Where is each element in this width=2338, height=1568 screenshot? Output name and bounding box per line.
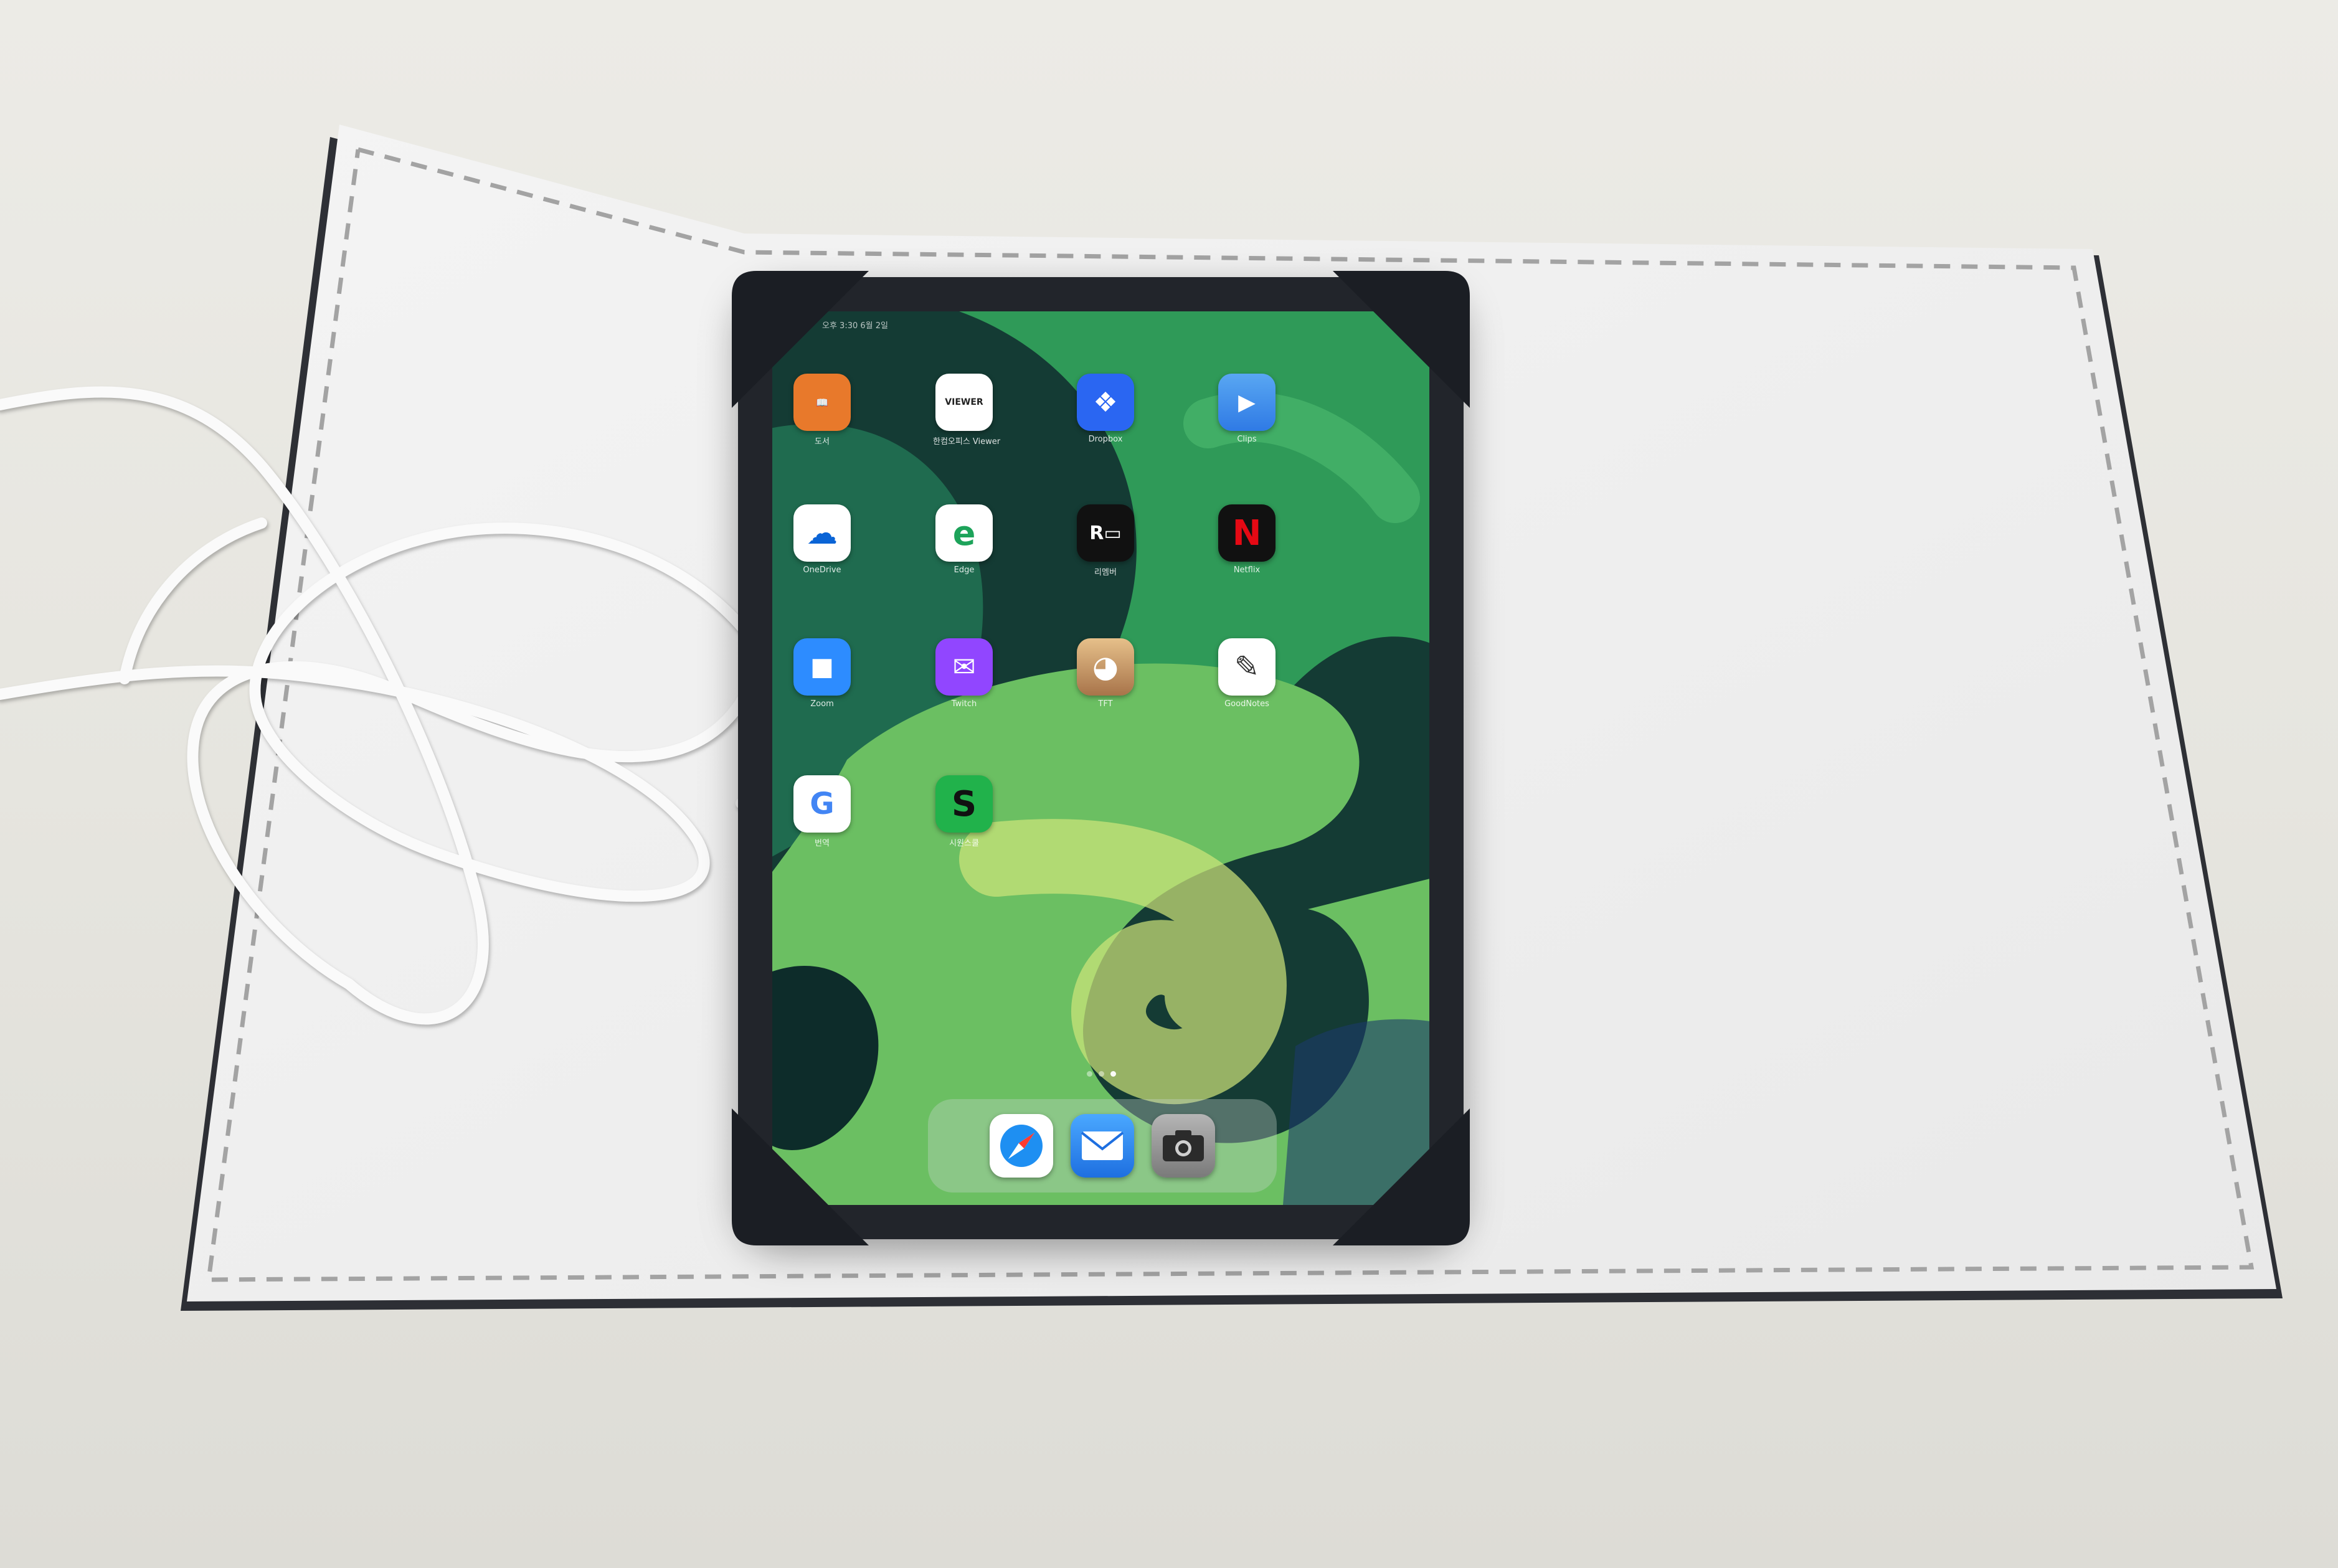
app-label: Clips	[1237, 435, 1257, 444]
remember-icon: R▭	[1077, 504, 1134, 562]
safari-icon[interactable]	[990, 1114, 1053, 1178]
page-dot-active	[1110, 1071, 1116, 1077]
app-dropbox[interactable]: ❖ Dropbox	[1074, 374, 1137, 455]
twitch-icon: ✉	[935, 638, 993, 696]
tablet: 오후 3:30 6월 2일 📖 도서 VIEWER 한컴오피스 Viewer ❖…	[732, 271, 1470, 1245]
edge-icon: e	[935, 504, 993, 562]
app-twitch[interactable]: ✉ Twitch	[933, 638, 995, 719]
app-label: OneDrive	[803, 565, 841, 575]
app-label: 도서	[815, 437, 830, 446]
netflix-icon: N	[1218, 504, 1275, 562]
app-edge[interactable]: e Edge	[933, 504, 995, 585]
page-dot	[1087, 1071, 1092, 1077]
app-translate[interactable]: G 번역	[791, 775, 853, 856]
envelope-icon	[1081, 1131, 1124, 1160]
app-label: Zoom	[810, 699, 834, 709]
translate-icon: G	[793, 775, 851, 833]
tablet-screen: 오후 3:30 6월 2일 📖 도서 VIEWER 한컴오피스 Viewer ❖…	[772, 311, 1429, 1205]
photo-scene: 오후 3:30 6월 2일 📖 도서 VIEWER 한컴오피스 Viewer ❖…	[0, 0, 2338, 1568]
app-label: Twitch	[951, 699, 977, 709]
app-remember[interactable]: R▭ 리멤버	[1074, 504, 1137, 585]
app-label: 한컴오피스 Viewer	[933, 437, 1001, 446]
app-label: 번역	[815, 839, 830, 848]
camera-icon[interactable]	[1152, 1114, 1215, 1178]
app-siwon[interactable]: S 시원스쿨	[933, 775, 995, 856]
app-netflix[interactable]: N Netflix	[1216, 504, 1278, 585]
corner-strap-top-left	[732, 271, 869, 408]
mail-icon[interactable]	[1071, 1114, 1134, 1178]
clips-icon: ▶	[1218, 374, 1275, 431]
zoom-icon: ■	[793, 638, 851, 696]
goodnotes-icon: ✎	[1218, 638, 1275, 696]
camera-glyph-icon	[1163, 1130, 1204, 1161]
viewer-icon: VIEWER	[935, 374, 993, 431]
app-viewer[interactable]: VIEWER 한컴오피스 Viewer	[933, 374, 1001, 455]
app-label: Edge	[954, 565, 975, 575]
app-label: 시원스쿨	[949, 839, 979, 848]
corner-strap-top-right	[1333, 271, 1470, 408]
app-clips[interactable]: ▶ Clips	[1216, 374, 1278, 455]
app-label: GoodNotes	[1224, 699, 1269, 709]
app-zoom[interactable]: ■ Zoom	[791, 638, 853, 719]
tft-icon: ◕	[1077, 638, 1134, 696]
app-goodnotes[interactable]: ✎ GoodNotes	[1216, 638, 1278, 719]
compass-icon	[1000, 1125, 1043, 1167]
app-onedrive[interactable]: ☁ OneDrive	[791, 504, 853, 585]
app-label: Netflix	[1233, 565, 1261, 575]
siwon-icon: S	[935, 775, 993, 833]
corner-strap-bottom-right	[1333, 1108, 1470, 1245]
onedrive-icon: ☁	[793, 504, 851, 562]
app-label: 리멤버	[1094, 568, 1117, 577]
page-indicator[interactable]	[1087, 1071, 1116, 1077]
corner-strap-bottom-left	[732, 1108, 869, 1245]
dropbox-icon: ❖	[1077, 374, 1134, 431]
app-tft[interactable]: ◕ TFT	[1074, 638, 1137, 719]
app-label: Dropbox	[1088, 435, 1123, 444]
dock	[928, 1099, 1277, 1193]
page-dot	[1099, 1071, 1104, 1077]
app-label: TFT	[1098, 699, 1113, 709]
